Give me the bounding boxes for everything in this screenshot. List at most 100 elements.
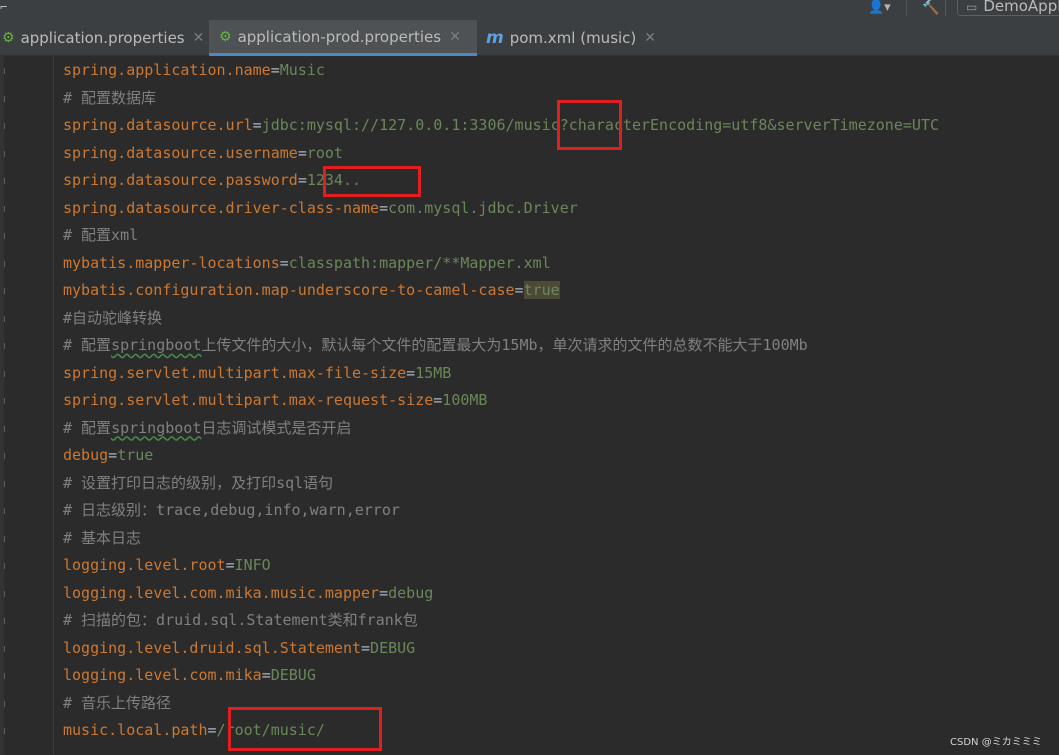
property-key: spring.servlet.multipart.max-request-siz… <box>63 391 434 409</box>
property-key: spring.datasource.password <box>63 171 298 189</box>
property-value: debug <box>388 583 434 602</box>
gutter-marker <box>4 590 11 597</box>
highlight-box-local-path <box>228 707 382 751</box>
gutter-marker <box>4 563 11 569</box>
hammer-icon[interactable]: 🔨 <box>922 0 939 16</box>
indent-guide <box>53 56 54 755</box>
property-value: true <box>117 446 154 464</box>
property-key: music.local.path <box>63 721 208 739</box>
gutter-marker <box>4 233 11 239</box>
tab-application-prod-properties[interactable]: ⚙ application-prod.properties ✕ <box>209 20 477 56</box>
code-line[interactable]: # 日志级别：trace,debug,info,warn,error <box>63 497 400 524</box>
tab-label: application.properties <box>20 29 185 47</box>
property-value: DEBUG <box>370 638 416 657</box>
code-line[interactable]: # 扫描的包：druid.sql.Statement类和frank包 <box>63 607 418 634</box>
equals-sign: = <box>225 556 235 574</box>
tab-application-properties[interactable]: ⚙ application.properties ✕ <box>0 20 208 56</box>
close-icon[interactable]: ✕ <box>193 30 205 46</box>
property-value: classpath:mapper/**Mapper.xml <box>288 253 551 272</box>
property-key: logging.level.com.mika <box>63 666 262 684</box>
toolbar-separator <box>945 0 946 16</box>
property-value: 100MB <box>442 391 488 409</box>
code-line[interactable]: # 配置xml <box>63 222 138 249</box>
highlight-box-database-name <box>557 100 622 150</box>
gutter-marker <box>4 288 11 294</box>
code-line[interactable]: logging.level.root=INFO <box>63 552 271 579</box>
toolbar-separator <box>906 0 907 16</box>
gutter-marker <box>4 673 11 679</box>
equals-sign: = <box>406 363 416 382</box>
properties-file-icon: ⚙ <box>219 28 232 45</box>
gutter-marker <box>4 95 11 102</box>
comment-text: # 配置xml <box>63 226 139 244</box>
comment-text: # 配置 <box>63 418 112 437</box>
gutter-marker <box>4 453 11 459</box>
watermark: CSDN @ミカミミミ <box>950 737 1042 748</box>
code-line[interactable]: # 基本日志 <box>63 525 141 552</box>
code-line[interactable]: #自动驼峰转换 <box>63 305 162 332</box>
property-value: 15MB <box>415 363 452 382</box>
code-line[interactable]: # 音乐上传路径 <box>63 690 171 717</box>
gutter-marker <box>4 398 11 404</box>
property-key: spring.servlet.multipart.max-file-size <box>63 363 407 382</box>
maven-icon: m <box>486 28 504 48</box>
comment-text: # 基本日志 <box>63 528 142 547</box>
equals-sign: = <box>361 638 371 657</box>
tab-label: pom.xml (music) <box>509 29 637 47</box>
code-line[interactable]: mybatis.configuration.map-underscore-to-… <box>63 277 560 304</box>
user-icon[interactable]: 👤▾ <box>868 0 891 15</box>
equals-sign: = <box>379 583 389 602</box>
property-key: mybatis.configuration.map-underscore-to-… <box>63 281 515 299</box>
gutter-marker <box>4 480 11 487</box>
equals-sign: = <box>252 116 262 134</box>
code-line[interactable]: spring.datasource.password=1234.. <box>63 167 361 194</box>
gutter-marker <box>4 123 11 129</box>
code-line[interactable]: # 配置数据库 <box>63 85 156 112</box>
comment-text-spellcheck: springboot <box>111 336 202 354</box>
run-configuration-select[interactable]: ▭ DemoApplication <box>957 0 1059 16</box>
code-line[interactable]: spring.datasource.url=jdbc:mysql://127.0… <box>63 112 939 139</box>
code-line[interactable]: logging.level.druid.sql.Statement=DEBUG <box>63 635 415 662</box>
code-line[interactable]: spring.application.name=Music <box>63 57 325 84</box>
property-key: spring.datasource.url <box>63 116 253 134</box>
equals-sign: = <box>297 143 307 162</box>
code-line[interactable]: # 设置打印日志的级别，及打印sql语句 <box>63 470 333 497</box>
menu-corner-icon: ⌐ <box>0 0 8 14</box>
property-key: spring.datasource.driver-class-name <box>63 198 380 217</box>
code-line[interactable]: spring.servlet.multipart.max-file-size=1… <box>63 360 451 387</box>
code-line[interactable]: logging.level.com.mika=DEBUG <box>63 662 316 689</box>
property-key: logging.level.druid.sql.Statement <box>63 638 362 657</box>
code-line[interactable]: logging.level.com.mika.music.mapper=debu… <box>63 580 433 607</box>
code-line[interactable]: # 配置springboot日志调试模式是否开启 <box>63 415 351 442</box>
code-line[interactable]: # 配置springboot上传文件的大小，默认每个文件的配置最大为15Mb，单… <box>63 332 808 359</box>
gutter-marker <box>4 68 11 74</box>
gutter-marker <box>4 260 11 267</box>
comment-text: # 配置数据库 <box>63 88 157 107</box>
code-line[interactable]: debug=true <box>63 442 153 469</box>
code-line[interactable]: mybatis.mapper-locations=classpath:mappe… <box>63 250 551 277</box>
property-value: true <box>523 281 560 299</box>
equals-sign: = <box>270 61 280 79</box>
equals-sign: = <box>108 446 118 464</box>
property-value: DEBUG <box>270 666 316 684</box>
code-line[interactable]: spring.datasource.username=root <box>63 140 343 167</box>
close-icon[interactable]: ✕ <box>644 30 656 46</box>
comment-text: 日志调试模式是否开启 <box>201 418 352 437</box>
property-value: root <box>306 143 343 162</box>
tab-pom-xml[interactable]: m pom.xml (music) ✕ <box>478 20 668 56</box>
property-value: Music <box>279 61 325 79</box>
run-config-icon: ▭ <box>966 0 978 14</box>
gutter-marker <box>4 178 11 184</box>
property-key: mybatis.mapper-locations <box>63 253 280 272</box>
code-line[interactable]: spring.servlet.multipart.max-request-siz… <box>63 387 487 414</box>
equals-sign: = <box>279 253 289 272</box>
comment-text: # 配置 <box>63 336 112 354</box>
gutter-marker <box>4 343 11 349</box>
gutter-marker <box>4 728 11 734</box>
comment-text: # 扫描的包：druid.sql.Statement类和frank包 <box>63 611 418 629</box>
property-key: logging.level.root <box>63 556 226 574</box>
code-line[interactable]: spring.datasource.driver-class-name=com.… <box>63 195 578 222</box>
gutter-marker <box>4 508 11 514</box>
close-icon[interactable]: ✕ <box>449 29 461 45</box>
equals-sign: = <box>514 281 524 299</box>
